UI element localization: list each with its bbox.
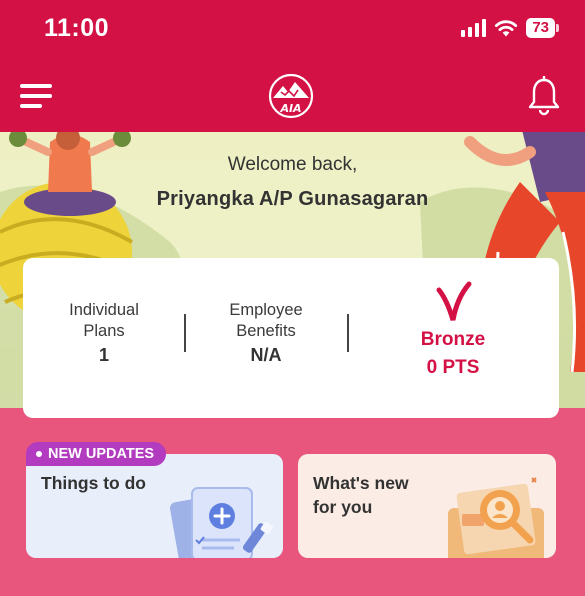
employee-benefits-stat[interactable]: Employee Benefits N/A (211, 300, 321, 366)
employee-benefits-value: N/A (250, 345, 282, 365)
notification-bell-icon[interactable] (527, 76, 561, 116)
battery-level: 73 (526, 18, 555, 38)
aia-logo: AIA (268, 73, 314, 119)
vitality-tier: Bronze (420, 329, 486, 350)
whats-new-title: What's new for you (313, 471, 409, 519)
user-name: Priyangka A/P Gunasagaran (156, 188, 429, 210)
discover-magnifier-icon (448, 477, 544, 558)
cellular-signal-icon (461, 19, 487, 37)
whats-new-title-line1: What's new (313, 473, 409, 493)
summary-card: Individual Plans 1 Employee Benefits N/A… (23, 258, 559, 418)
individual-plans-label-line2: Plans (83, 322, 125, 340)
status-icons: 73 (461, 18, 559, 38)
menu-button[interactable] (20, 82, 54, 110)
individual-plans-label-line1: Individual (69, 301, 139, 319)
employee-benefits-label-line1: Employee (229, 301, 303, 319)
individual-plans-value: 1 (98, 345, 109, 365)
things-to-do-title: Things to do (41, 473, 146, 493)
stat-divider (347, 314, 349, 352)
new-updates-badge: NEW UPDATES (26, 442, 167, 466)
shortcuts-section: NEW UPDATES Things to do What's new for … (0, 408, 585, 596)
task-document-icon (169, 487, 274, 558)
dot-icon (36, 451, 42, 457)
vitality-points: 0 PTS (426, 357, 480, 378)
wifi-icon (495, 20, 518, 37)
vitality-stat[interactable]: Bronze 0 PTS (393, 280, 513, 379)
new-updates-label: NEW UPDATES (48, 446, 155, 462)
status-bar: 11:00 73 (0, 0, 585, 60)
whats-new-title-line2: for you (313, 497, 373, 517)
status-time: 11:00 (44, 14, 110, 42)
app-header: AIA (0, 60, 585, 132)
whats-new-card[interactable]: What's new for you (298, 454, 556, 558)
things-to-do-card[interactable]: NEW UPDATES Things to do (26, 442, 283, 558)
individual-plans-stat[interactable]: Individual Plans 1 (49, 300, 159, 366)
svg-text:AIA: AIA (279, 102, 301, 115)
welcome-text: Welcome back, (227, 154, 358, 175)
battery-icon: 73 (526, 18, 559, 38)
stat-divider (184, 314, 186, 352)
vitality-logo-icon (436, 281, 472, 321)
employee-benefits-label-line2: Benefits (236, 322, 296, 340)
